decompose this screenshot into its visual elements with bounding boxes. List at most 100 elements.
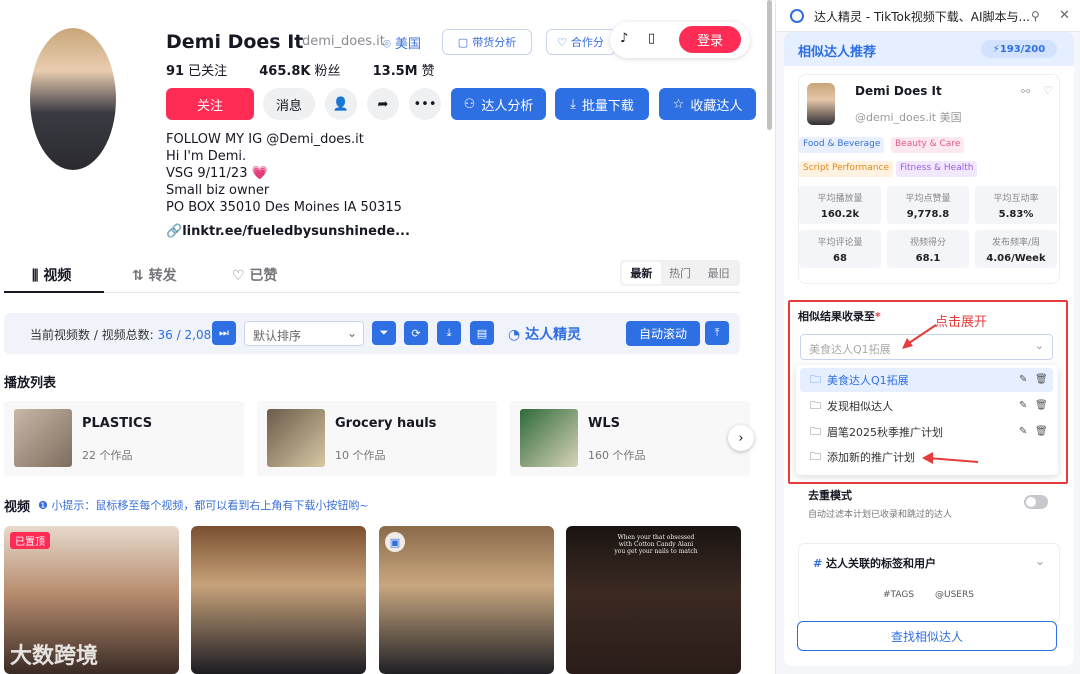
hash-icon: # [813, 557, 827, 570]
sort-latest[interactable]: 最新 [622, 262, 661, 284]
profile-handle: demi_does.it [302, 34, 385, 49]
extension-header: 达人精灵 - TikTok视频下载、AI脚本与... ⚲ ✕ [776, 0, 1080, 32]
dedup-description: 自动过滤本计划已收录和跳过的达人 [808, 510, 953, 520]
related-title: # 达人关联的标签和用户 [813, 557, 937, 570]
playlist-card[interactable]: WLS 160 个作品 [510, 401, 750, 476]
tab-reposts[interactable]: ⇅ 转发 [132, 265, 177, 285]
playlist-title: Grocery hauls [335, 416, 437, 431]
quota-badge: ⚡ 193/200 [981, 40, 1057, 58]
creator-name: Demi Does It [855, 84, 942, 98]
batch-download-button[interactable]: ⤓ 批量下载 [555, 88, 649, 120]
playlist-heading: 播放列表 [4, 376, 57, 391]
creator-tag: Food & Beverage [799, 137, 885, 153]
share-icon[interactable]: ➦ [367, 88, 399, 120]
playlist-thumbnail [267, 409, 325, 467]
add-friend-icon[interactable]: 👤 [325, 88, 357, 120]
refresh-icon[interactable]: ⟳ [404, 321, 428, 345]
profile-stats: 91 已关注 465.8K 粉丝 13.5M 赞 [166, 64, 435, 79]
message-button[interactable]: 消息 [263, 88, 315, 120]
tiktok-profile-page: Demi Does It demi_does.it ⌾ 美国 ▢ 带货分析 ♡ 合作… [0, 0, 772, 674]
video-card[interactable]: When your that obsessed with Cotton Cand… [566, 526, 741, 674]
grid-icon: ⫼ [32, 268, 44, 284]
chevron-right-icon[interactable]: › [728, 425, 754, 451]
chevron-down-icon[interactable]: ⌄ [1035, 554, 1045, 568]
sort-oldest[interactable]: 最旧 [699, 262, 738, 284]
dedup-title: 去重模式 [808, 489, 852, 502]
video-card[interactable]: ▣ [379, 526, 554, 674]
watermark: 大数跨境 [10, 644, 99, 669]
skip-icon[interactable]: ⏭ [212, 321, 236, 345]
mobile-icon[interactable]: ▯ [648, 31, 655, 46]
bolt-icon: ⚡ [992, 43, 1000, 55]
bag-icon: ▢ [457, 35, 469, 49]
profile-bio: FOLLOW MY IG @Demi_does.it Hi I'm Demi. … [166, 132, 402, 215]
tab-videos[interactable]: ⫼ 视频 [32, 265, 71, 285]
profile-country: ⌾ 美国 [383, 37, 421, 52]
pinned-badge: 已置顶 [10, 532, 50, 549]
playlist-title: WLS [588, 416, 620, 431]
playlist-title: PLASTICS [82, 416, 153, 431]
download-icon: ⤓ [570, 96, 576, 112]
tiktok-icon[interactable]: ♪ [620, 31, 628, 46]
scroll-top-icon[interactable]: ⤒ [705, 321, 729, 345]
related-users-tab[interactable]: @USERS [935, 590, 974, 600]
pin-icon[interactable]: ⚲ [1031, 9, 1040, 23]
tab-liked[interactable]: ♡ 已赞 [232, 265, 277, 285]
sort-popular[interactable]: 热门 [661, 262, 700, 284]
extension-logo-icon [790, 9, 804, 23]
videos-tip: ❶ 小提示：鼠标移至每个视频，都可以看到右上角有下载小按钮哟~ [38, 499, 369, 512]
playlist-count: 10 个作品 [335, 449, 386, 462]
brand-icon: ◔ [508, 327, 526, 343]
heart-icon[interactable]: ♡ [1043, 84, 1053, 97]
location-pin-icon: ⌾ [383, 37, 395, 52]
profile-avatar[interactable] [30, 28, 116, 170]
chevron-down-icon: ⌄ [346, 326, 357, 340]
playlist-thumbnail [14, 409, 72, 467]
video-count: 当前视频数 / 视频总数: 36 / 2,081 [30, 328, 219, 342]
playlist-card[interactable]: PLASTICS 22 个作品 [4, 401, 244, 476]
goods-analysis-button[interactable]: ▢ 带货分析 [442, 29, 532, 55]
metric-card: 平均评论量 68 [799, 230, 881, 268]
sort-switch: 最新 热门 最旧 [620, 260, 740, 286]
auto-scroll-button[interactable]: 自动滚动 [626, 321, 700, 346]
playlist-thumbnail [520, 409, 578, 467]
filter-icon[interactable]: ⏷ [372, 321, 396, 345]
video-card[interactable] [191, 526, 366, 674]
annotation-expand: 点击展开 [935, 315, 988, 330]
shop-bag-icon: ▣ [385, 532, 405, 552]
video-toolbar: 当前视频数 / 视频总数: 36 / 2,081 ⏭ 默认排序 ⌄ ⏷ ⟳ ⤓ ▤… [4, 313, 740, 354]
extension-title: 达人精灵 - TikTok视频下载、AI脚本与... [814, 10, 1030, 24]
download-icon[interactable]: ⤓ [437, 321, 461, 345]
playlist-count: 22 个作品 [82, 449, 133, 462]
video-caption: When your that obsessed with Cotton Cand… [614, 534, 698, 555]
follow-button[interactable]: 关注 [166, 88, 254, 120]
find-similar-button[interactable]: 查找相似达人 [797, 621, 1057, 651]
playlist-card[interactable]: Grocery hauls 10 个作品 [257, 401, 497, 476]
metric-card: 发布频率/周 4.06/Week [975, 230, 1057, 268]
related-section: # 达人关联的标签和用户 ⌄ #TAGS @USERS [798, 543, 1060, 623]
star-icon: ☆ [672, 96, 685, 112]
close-icon[interactable]: ✕ [1059, 8, 1070, 23]
dedup-toggle[interactable] [1024, 495, 1048, 509]
cooperate-button[interactable]: ♡ 合作分 [546, 29, 616, 55]
related-tags-tab[interactable]: #TAGS [883, 590, 914, 600]
creator-tag: Beauty & Care [891, 137, 965, 153]
link-icon[interactable]: ⚯ [1021, 85, 1030, 98]
highlight-box [788, 300, 1068, 484]
more-icon[interactable]: ••• [409, 88, 441, 120]
export-icon[interactable]: ▤ [470, 321, 494, 345]
login-button[interactable]: 登录 [679, 26, 741, 53]
metric-card: 平均播放量 160.2k [799, 186, 881, 224]
metric-card: 视频得分 68.1 [887, 230, 969, 268]
profile-link[interactable]: 🔗linktr.ee/fueledbysunshinede... [166, 224, 410, 239]
active-tab-indicator [4, 291, 104, 293]
favorite-creator-button[interactable]: ☆ 收藏达人 [659, 88, 756, 120]
liked-icon: ♡ [232, 268, 250, 284]
info-icon: ❶ [38, 499, 52, 512]
profile-name: Demi Does It [166, 31, 304, 53]
sort-select[interactable]: 默认排序 ⌄ [244, 321, 364, 346]
repost-icon: ⇅ [132, 268, 149, 284]
creator-handle: @demi_does.it 美国 [855, 111, 962, 124]
page-scrollbar[interactable] [767, 0, 772, 130]
creator-analysis-button[interactable]: ⚇ 达人分析 [451, 88, 546, 120]
